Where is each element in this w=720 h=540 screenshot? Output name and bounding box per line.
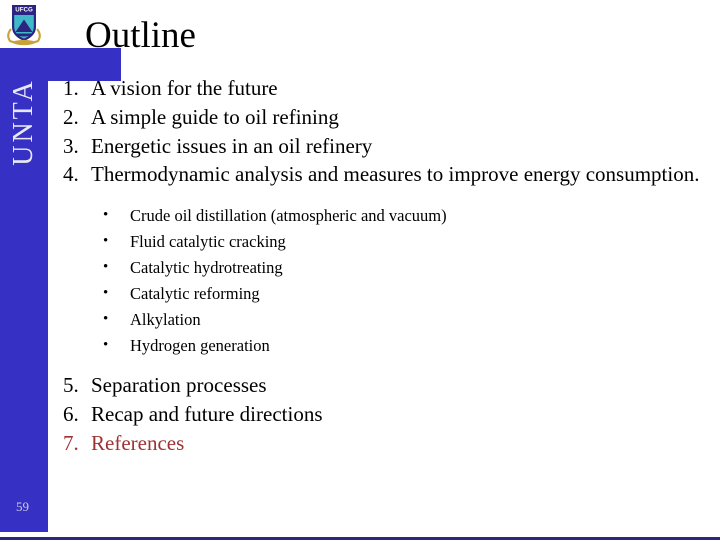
- sub-list-item-text: Hydrogen generation: [130, 336, 270, 356]
- bullet-icon: •: [103, 337, 109, 354]
- list-item-text: A vision for the future: [91, 76, 278, 100]
- list-item-number: 1.: [63, 76, 79, 100]
- sub-list-item-text: Alkylation: [130, 310, 201, 330]
- presentation-slide: UFCG UNTA 59 Outline 1. A vision for the…: [0, 0, 720, 540]
- list-item: 3. Energetic issues in an oil refinery: [63, 134, 713, 163]
- list-item-text: A simple guide to oil refining: [91, 104, 339, 129]
- list-item-references: 7. References: [63, 431, 713, 460]
- sub-list-item-text: Catalytic reforming: [130, 284, 260, 304]
- list-item-text: Recap and future directions: [91, 401, 323, 426]
- list-item: 5. Separation processes: [63, 373, 713, 402]
- sub-list-item-text: Fluid catalytic cracking: [130, 232, 286, 252]
- sub-list-item: • Fluid catalytic cracking: [63, 229, 713, 255]
- left-blue-sidebar: [0, 0, 48, 532]
- list-item-text: Separation processes: [91, 373, 267, 398]
- page-number: 59: [16, 499, 29, 514]
- ufcg-logo-icon: UFCG: [2, 2, 46, 46]
- bullet-icon: •: [103, 285, 109, 302]
- list-item-number: 3.: [63, 133, 79, 158]
- list-item-number: 4.: [63, 162, 79, 187]
- sub-list-item: • Alkylation: [63, 307, 713, 333]
- sub-list-item: • Catalytic reforming: [63, 281, 713, 307]
- logo-banner-text: UFCG: [15, 7, 33, 14]
- sub-list-item-text: Crude oil distillation (atmospheric and …: [130, 206, 447, 226]
- list-item: 1. A vision for the future: [63, 76, 713, 105]
- list-item: 4. Thermodynamic analysis and measures t…: [63, 162, 713, 191]
- sub-list-item: • Hydrogen generation: [63, 333, 713, 359]
- list-item-number: 5.: [63, 373, 79, 398]
- list-item-number: 2.: [63, 104, 79, 129]
- logo-container: UFCG: [0, 0, 48, 48]
- list-item-text: Thermodynamic analysis and measures to i…: [91, 162, 700, 187]
- bullet-icon: •: [103, 233, 109, 250]
- sub-list-item: • Crude oil distillation (atmospheric an…: [63, 203, 713, 229]
- sub-list-item-text: Catalytic hydrotreating: [130, 258, 283, 278]
- page-title: Outline: [85, 15, 196, 56]
- bullet-icon: •: [103, 259, 109, 276]
- outline-list: 1. A vision for the future 2. A simple g…: [63, 76, 713, 460]
- list-item-number: 6.: [63, 401, 79, 426]
- list-item: 2. A simple guide to oil refining: [63, 105, 713, 134]
- list-item: 6. Recap and future directions: [63, 402, 713, 431]
- sub-list-item: • Catalytic hydrotreating: [63, 255, 713, 281]
- list-item-number: 7.: [63, 430, 79, 455]
- list-item-text: References: [91, 430, 185, 455]
- bullet-icon: •: [103, 311, 109, 328]
- list-item-text: Energetic issues in an oil refinery: [91, 133, 373, 158]
- bullet-icon: •: [103, 207, 109, 224]
- sub-list: • Crude oil distillation (atmospheric an…: [63, 203, 713, 359]
